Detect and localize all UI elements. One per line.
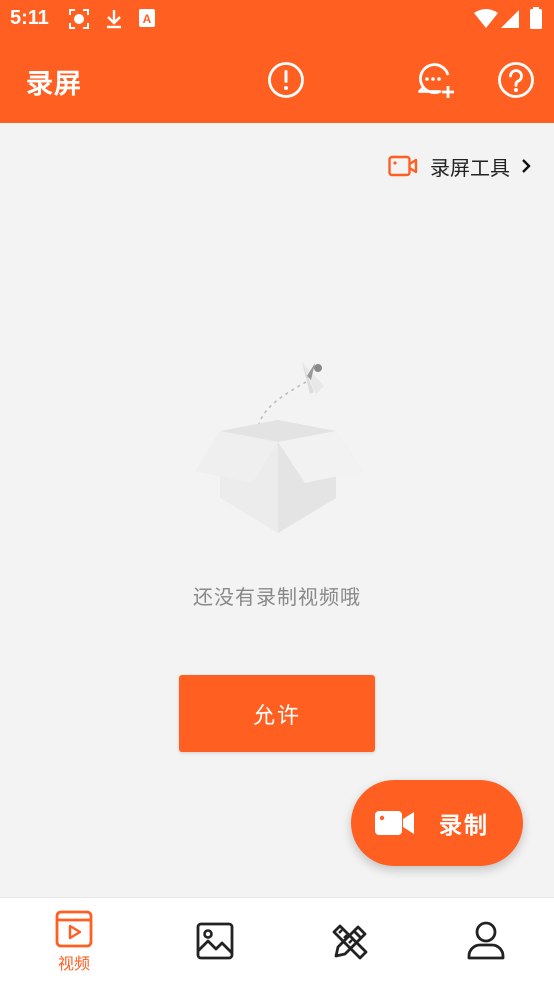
nav-item-video[interactable]: 视频 bbox=[34, 898, 114, 984]
chevron-right-icon bbox=[522, 159, 531, 173]
main-content: 录屏工具 还没有录制视频哦 允许 录制 bbox=[0, 123, 554, 897]
video-tab-icon bbox=[55, 910, 93, 948]
app-bar: 录屏 bbox=[0, 38, 554, 123]
empty-state-message: 还没有录制视频哦 bbox=[193, 585, 361, 609]
bottom-nav: 视频 bbox=[0, 897, 554, 984]
record-button-label: 录制 bbox=[439, 813, 489, 839]
text-a-icon: A bbox=[138, 8, 156, 32]
nav-label-video: 视频 bbox=[57, 954, 90, 973]
profile-tab-icon bbox=[467, 921, 505, 960]
nav-item-tools[interactable] bbox=[310, 898, 390, 984]
chat-add-icon bbox=[418, 63, 454, 98]
empty-box-illustration bbox=[190, 358, 365, 547]
image-tab-icon bbox=[196, 922, 234, 960]
video-camera-icon bbox=[375, 811, 414, 835]
record-button[interactable]: 录制 bbox=[351, 780, 523, 866]
status-time: 5:11 bbox=[10, 7, 49, 29]
page-title: 录屏 bbox=[26, 69, 82, 100]
download-icon bbox=[104, 8, 124, 34]
help-icon bbox=[498, 62, 534, 98]
paper-plane-icon bbox=[302, 362, 324, 394]
allow-button[interactable]: 允许 bbox=[179, 675, 375, 752]
feedback-button[interactable] bbox=[416, 60, 456, 100]
video-camera-icon bbox=[388, 155, 418, 177]
nav-item-profile[interactable] bbox=[446, 898, 526, 984]
wifi-icon bbox=[474, 9, 498, 33]
status-bar: 5:11 A bbox=[0, 0, 554, 38]
screen-tools-label: 录屏工具 bbox=[430, 155, 510, 180]
alert-circle-icon bbox=[268, 62, 304, 98]
tools-tab-icon bbox=[332, 924, 368, 960]
help-button[interactable] bbox=[496, 60, 536, 100]
screen-tools-link[interactable]: 录屏工具 bbox=[388, 151, 532, 181]
alert-button[interactable] bbox=[266, 60, 306, 100]
signal-icon bbox=[500, 9, 520, 33]
svg-text:A: A bbox=[143, 12, 152, 26]
nav-item-images[interactable] bbox=[175, 898, 255, 984]
screen-record-icon bbox=[68, 8, 90, 34]
battery-icon bbox=[530, 7, 542, 33]
